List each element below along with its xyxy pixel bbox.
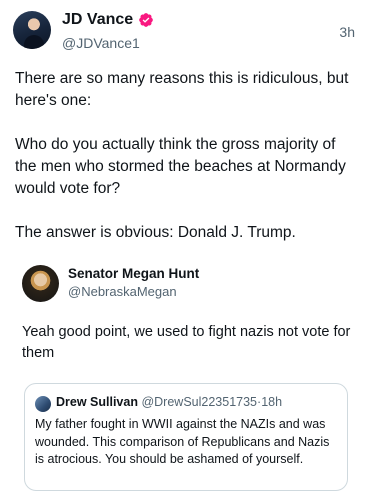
embedded-author-name: Senator Megan Hunt <box>68 266 200 281</box>
quoted-timestamp: 18h <box>261 395 283 409</box>
timestamp[interactable]: 3h <box>339 24 355 40</box>
quoted-author-handle: @DrewSul22351735 <box>141 395 258 409</box>
verified-badge-icon <box>139 13 153 27</box>
quoted-post-text: My father fought in WWII against the NAZ… <box>35 417 330 466</box>
tweet-paragraph: The answer is obvious: Donald J. Trump. <box>15 224 296 241</box>
tweet-text: There are so many reasons this is ridicu… <box>15 68 360 244</box>
quoted-avatar <box>35 396 51 412</box>
quoted-post-card: Drew Sullivan @DrewSul22351735·18h My fa… <box>24 383 348 491</box>
author-name-row[interactable]: JD Vance <box>62 11 154 29</box>
author-handle[interactable]: @JDVance1 <box>62 35 140 51</box>
tweet-paragraph: Who do you actually think the gross majo… <box>15 136 346 197</box>
quoted-post-header: Drew Sullivan @DrewSul22351735·18h <box>56 395 339 409</box>
embedded-author-handle: @NebraskaMegan <box>68 284 177 299</box>
embedded-avatar <box>22 265 59 302</box>
tweet-screenshot: JD Vance @JDVance1 3h There are so many … <box>0 0 371 500</box>
avatar[interactable] <box>13 11 51 49</box>
author-name[interactable]: JD Vance <box>62 11 133 29</box>
embedded-post-text: Yeah good point, we used to fight nazis … <box>22 324 351 361</box>
embedded-post-image[interactable]: Senator Megan Hunt @NebraskaMegan Yeah g… <box>0 254 371 500</box>
quoted-author-name: Drew Sullivan <box>56 395 138 409</box>
tweet-paragraph: There are so many reasons this is ridicu… <box>15 70 349 109</box>
